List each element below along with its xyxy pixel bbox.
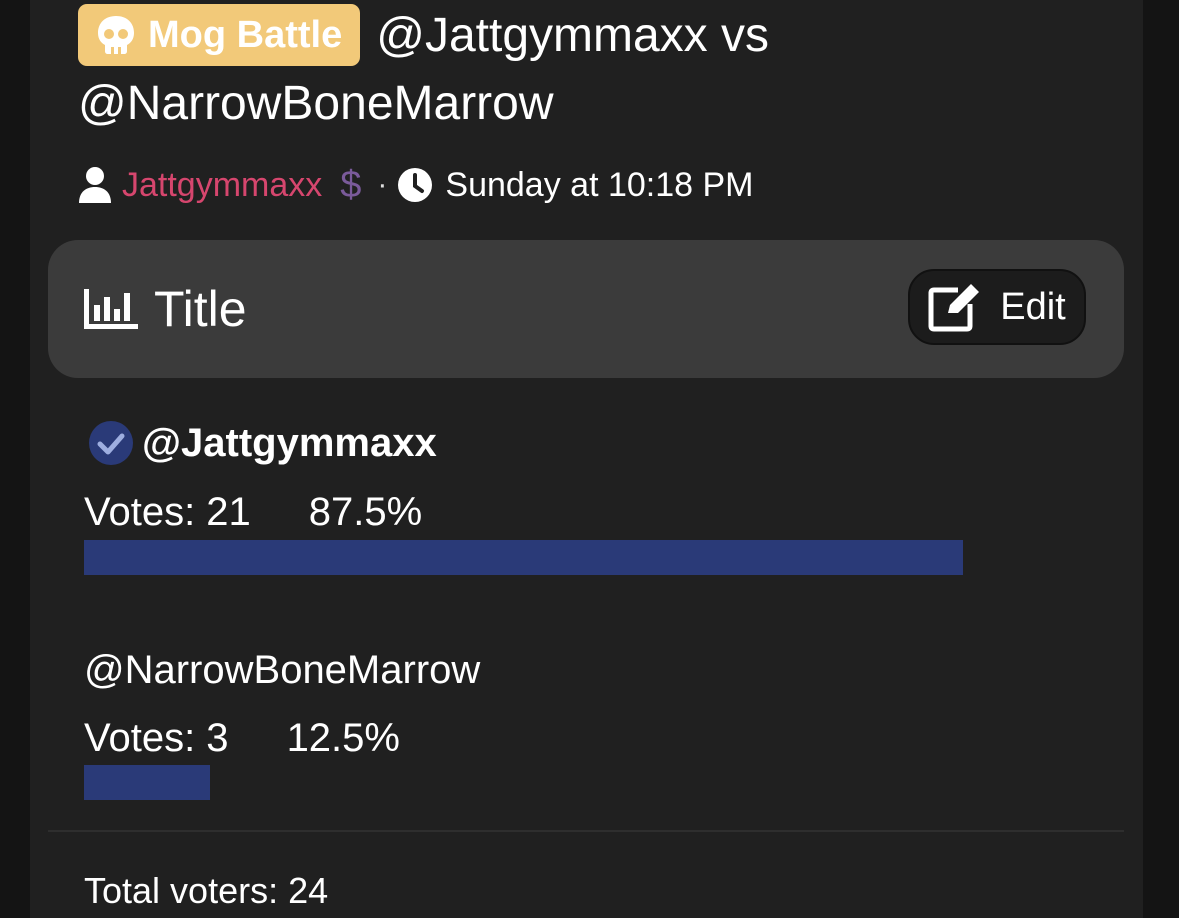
poll-option-name: @Jattgymmaxx [84, 420, 437, 466]
user-icon [79, 167, 111, 203]
prefix-label: Mog Battle [148, 13, 343, 56]
poll-option-stats: Votes: 21 87.5% [84, 490, 422, 535]
poll-option-label: @Jattgymmaxx [142, 420, 437, 465]
bar-chart-icon [84, 289, 138, 329]
meta-separator: · [377, 168, 388, 201]
check-circle-icon [89, 421, 133, 465]
poll-header: Title Edit [48, 240, 1124, 378]
thread-title-row: Mog Battle @Jattgymmaxx vs [78, 2, 769, 68]
edit-label: Edit [1000, 285, 1066, 328]
thread-title-line2: @NarrowBoneMarrow [78, 77, 554, 130]
vote-count: Votes: 3 [84, 716, 229, 760]
poll-title-row: Title [84, 280, 247, 338]
thread-title-line1: @Jattgymmaxx vs [376, 8, 770, 62]
vote-bar [84, 765, 210, 800]
vote-percent: 12.5% [286, 716, 400, 760]
author-link[interactable]: Jattgymmaxx [122, 166, 322, 205]
total-voters: Total voters: 24 [84, 870, 329, 911]
vote-percent: 87.5% [308, 490, 423, 534]
poll-option-name: @NarrowBoneMarrow [84, 648, 480, 693]
poll-option-label: @NarrowBoneMarrow [84, 648, 481, 692]
edit-poll-button[interactable]: Edit [908, 269, 1086, 345]
post-date[interactable]: Sunday at 10:18 PM [445, 166, 753, 205]
edit-icon [928, 284, 980, 332]
vote-bar [84, 540, 963, 575]
dollar-badge-icon: $ [340, 163, 362, 206]
prefix-badge[interactable]: Mog Battle [78, 4, 361, 66]
divider [48, 830, 1124, 832]
thread-meta: Jattgymmaxx $ · Sunday at 10:18 PM [78, 160, 754, 210]
skull-icon [98, 16, 134, 54]
poll-title: Title [154, 281, 247, 337]
poll-option-stats: Votes: 3 12.5% [84, 716, 400, 761]
clock-icon [398, 168, 433, 202]
vote-count: Votes: 21 [84, 490, 251, 534]
